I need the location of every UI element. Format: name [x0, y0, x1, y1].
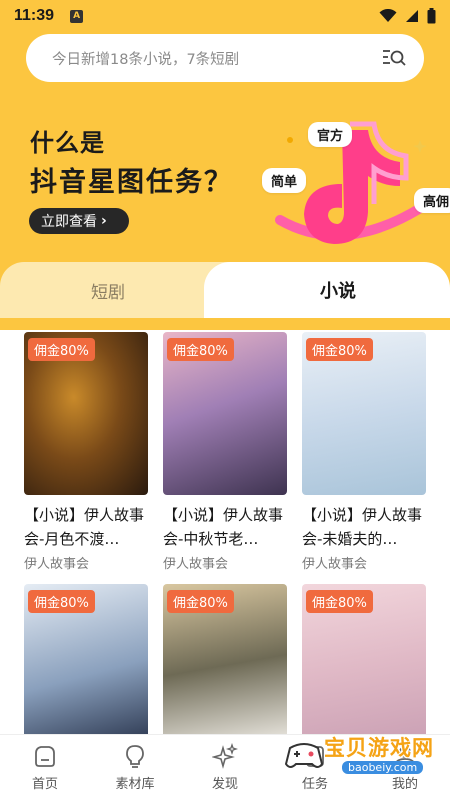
watermark-text: 宝贝游戏网: [324, 736, 434, 760]
status-time: 11:39: [14, 7, 55, 24]
novel-card[interactable]: 佣金80% 【小说】伊人故事会-中秋节老… 伊人故事会: [163, 332, 287, 572]
lightbulb-icon: [126, 745, 144, 768]
card-title: 【小说】伊人故事会-月色不渡…: [24, 506, 145, 548]
tab-label: 小说: [320, 281, 356, 302]
banner-tag: 高佣: [414, 188, 450, 213]
nav-label: 首页: [31, 777, 58, 792]
novel-card[interactable]: 佣金80%: [24, 584, 148, 747]
notification-icon: A: [70, 9, 84, 23]
novel-card[interactable]: 佣金80% 【小说】伊人故事会-月色不渡… 伊人故事会: [24, 332, 148, 572]
cover-image: 佣金80%: [302, 584, 426, 747]
cover-image: 佣金80%: [163, 332, 287, 495]
nav-label: 发现: [211, 777, 238, 792]
banner-title-line2: 抖音星图任务？: [30, 167, 233, 198]
tab-novel[interactable]: 小说: [204, 262, 450, 318]
sparkle-icon: [212, 743, 238, 769]
wifi-icon: [379, 9, 397, 22]
commission-badge: 佣金80%: [28, 338, 95, 361]
commission-badge: 佣金80%: [167, 590, 234, 613]
banner-button-label: 立即查看: [41, 214, 97, 230]
novel-card[interactable]: 佣金80% 【小说】伊人故事会-未婚夫的… 伊人故事会: [302, 332, 426, 572]
nav-discover[interactable]: 发现: [180, 735, 270, 800]
chevron-right-icon: ›: [101, 213, 107, 229]
search-placeholder: 今日新增18条小说，7条短剧: [52, 51, 240, 68]
cover-image: 佣金80%: [163, 584, 287, 747]
banner-view-button[interactable]: 立即查看 ›: [29, 208, 129, 234]
card-author: 伊人故事会: [163, 557, 229, 572]
banner-tag: 简单: [262, 168, 307, 193]
cover-image: 佣金80%: [24, 584, 148, 747]
watermark-url: baobeiy.com: [342, 761, 424, 774]
banner-illustration: 官方 简单 高佣: [250, 100, 450, 260]
card-author: 伊人故事会: [302, 557, 368, 572]
card-title: 【小说】伊人故事会-未婚夫的…: [302, 506, 423, 548]
home-icon: [35, 746, 55, 767]
banner-tag: 官方: [308, 122, 353, 147]
status-icons: [379, 8, 436, 24]
signal-icon: [406, 10, 418, 22]
commission-badge: 佣金80%: [306, 590, 373, 613]
search-bar[interactable]: 今日新增18条小说，7条短剧: [26, 34, 424, 82]
status-bar: 11:39 A: [0, 0, 450, 32]
category-tabs: 短剧 小说: [0, 262, 450, 318]
tab-label: 短剧: [91, 282, 125, 303]
nav-home[interactable]: 首页: [0, 735, 90, 800]
gamepad-icon: [284, 743, 324, 768]
novel-card[interactable]: 佣金80%: [302, 584, 426, 747]
novel-grid: 佣金80% 【小说】伊人故事会-月色不渡… 伊人故事会 佣金80% 【小说】伊人…: [24, 332, 426, 747]
commission-badge: 佣金80%: [306, 338, 373, 361]
card-author: 伊人故事会: [24, 557, 90, 572]
commission-badge: 佣金80%: [167, 338, 234, 361]
commission-badge: 佣金80%: [28, 590, 95, 613]
cover-image: 佣金80%: [24, 332, 148, 495]
search-list-icon[interactable]: [382, 48, 406, 68]
battery-icon: [427, 8, 436, 24]
watermark: 宝贝游戏网 baobeiy.com: [280, 728, 450, 784]
banner-title-line1: 什么是: [30, 129, 105, 157]
novel-card[interactable]: 佣金80%: [163, 584, 287, 747]
cover-image: 佣金80%: [302, 332, 426, 495]
card-title: 【小说】伊人故事会-中秋节老…: [163, 506, 284, 548]
nav-materials[interactable]: 素材库: [90, 735, 180, 800]
nav-label: 素材库: [115, 777, 155, 792]
